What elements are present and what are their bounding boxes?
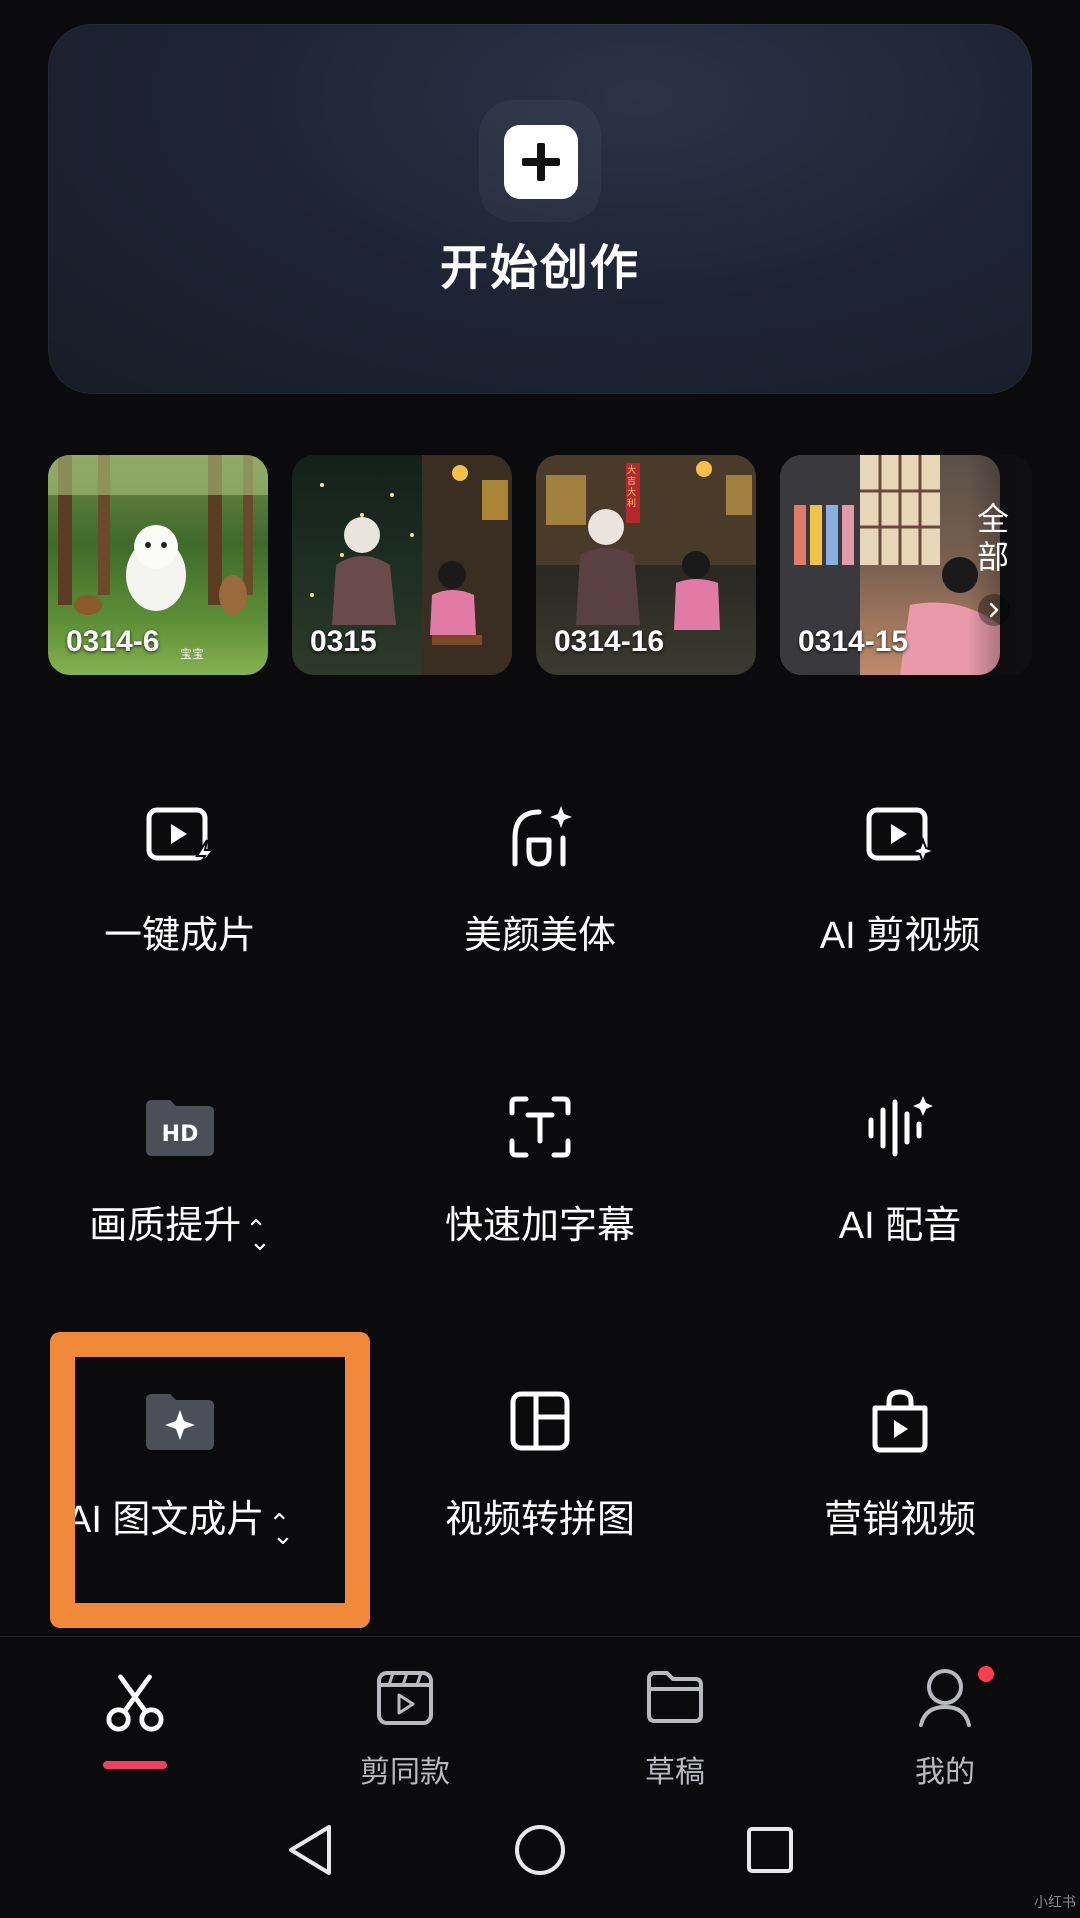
draft-caption: 0314-16 — [554, 625, 665, 658]
draft-caption: 0314-6 — [66, 625, 160, 658]
svg-text:HD: HD — [162, 1122, 199, 1147]
video-sparkle-icon — [863, 800, 937, 874]
folder-icon — [645, 1667, 705, 1727]
recents-icon[interactable] — [740, 1820, 800, 1880]
nav-item-profile[interactable]: 我的 — [810, 1637, 1080, 1789]
app-home: 开始创作 0314-6 宝宝 0315 大吉大利 0314-16 0314-15… — [0, 0, 1080, 1918]
tool-beauty[interactable]: 美颜美体 — [360, 800, 720, 1020]
start-creation-label[interactable]: 开始创作 — [0, 228, 1080, 298]
watermark: 小红书 — [1034, 1894, 1076, 1910]
hd-icon: HD — [143, 1090, 217, 1164]
person-icon — [915, 1667, 975, 1727]
draft-thumbnail[interactable]: 0314-15 — [780, 455, 1000, 675]
layout-grid-icon — [503, 1384, 577, 1458]
expand-toggle-icon[interactable]: ⌃⌃ — [245, 1214, 271, 1255]
draft-overlay-text: 宝宝 — [180, 647, 205, 661]
tool-one-click-video[interactable]: 一键成片 — [0, 800, 360, 1020]
draft-caption: 0314-15 — [798, 625, 909, 658]
tool-auto-subtitles[interactable]: 快速加字幕 — [360, 1090, 720, 1310]
nav-label: 剪同款 — [360, 1756, 450, 1789]
scissors-icon — [105, 1673, 165, 1733]
active-tab-indicator — [103, 1761, 167, 1769]
tool-label: 营销视频 — [823, 1499, 976, 1541]
audio-wave-icon — [863, 1090, 937, 1164]
draft-thumbnail[interactable]: 0315 — [292, 455, 512, 675]
bottom-nav: 剪同款 草稿 我的 — [0, 1636, 1080, 1789]
tool-marketing-video[interactable]: 营销视频 — [720, 1384, 1080, 1604]
tool-quality-enhance[interactable]: HD 画质提升 ⌃⌃ — [0, 1090, 360, 1310]
chevron-right-icon[interactable] — [978, 594, 1010, 626]
video-lightning-icon — [143, 800, 217, 874]
tool-ai-cut-video[interactable]: AI 剪视频 — [720, 800, 1080, 1020]
face-sparkle-icon — [503, 800, 577, 874]
tool-label-text: 画质提升 — [89, 1205, 242, 1247]
nav-item-drafts[interactable]: 草稿 — [540, 1637, 810, 1789]
tool-ai-voiceover[interactable]: AI 配音 — [720, 1090, 1080, 1310]
tool-label: AI 配音 — [838, 1205, 962, 1247]
tool-video-to-collage[interactable]: 视频转拼图 — [360, 1384, 720, 1604]
nav-item-templates[interactable]: 剪同款 — [270, 1637, 540, 1789]
system-nav-bar — [0, 1800, 1080, 1918]
tool-label: 画质提升 ⌃⌃ — [0, 1194, 360, 1255]
tool-label: AI 剪视频 — [819, 915, 981, 957]
nav-label: 我的 — [915, 1756, 975, 1789]
nav-item-create[interactable] — [0, 1637, 270, 1787]
shopping-bag-play-icon — [863, 1384, 937, 1458]
draft-thumbnail[interactable]: 大吉大利 0314-16 — [536, 455, 756, 675]
highlight-box — [50, 1332, 370, 1628]
notification-badge — [978, 1666, 994, 1682]
back-icon[interactable] — [280, 1820, 340, 1880]
tool-label: 视频转拼图 — [444, 1499, 635, 1541]
home-icon[interactable] — [510, 1820, 570, 1880]
tool-label: 一键成片 — [103, 915, 256, 957]
all-drafts-label[interactable]: 全部 — [976, 500, 1010, 576]
draft-caption: 0315 — [310, 625, 377, 658]
draft-thumbnail[interactable]: 0314-6 宝宝 — [48, 455, 268, 675]
plus-icon[interactable] — [504, 125, 578, 199]
nav-label: 草稿 — [645, 1756, 705, 1789]
tool-label: 美颜美体 — [463, 915, 616, 957]
draft-overlay-text: 大吉大利 — [627, 465, 637, 508]
clapperboard-icon — [375, 1667, 435, 1727]
text-frame-icon — [503, 1090, 577, 1164]
tool-label: 快速加字幕 — [444, 1205, 635, 1247]
